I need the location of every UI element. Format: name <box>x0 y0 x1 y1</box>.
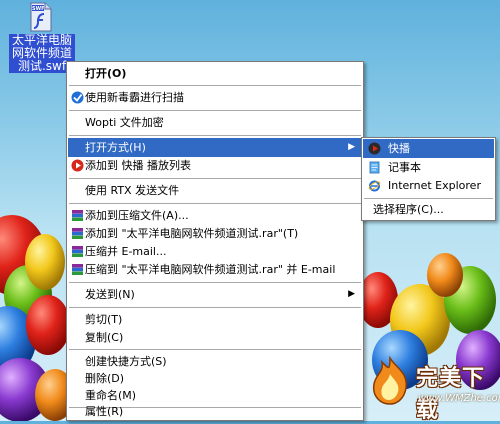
menu-item-duba-scan[interactable]: 使用新毒霸进行扫描 <box>68 88 362 107</box>
rar-icon <box>72 246 83 257</box>
menu-item-label: 打开(O) <box>85 67 127 80</box>
menu-item-label: 添加到压缩文件(A)... <box>85 209 189 222</box>
menu-item-label: 压缩到 "太平洋电脑网软件频道测试.rar" 并 E-mail <box>85 263 336 276</box>
submenu-item-internet-explorer[interactable]: Internet Explorer <box>363 176 494 195</box>
menu-item-qvod-playlist[interactable]: 添加到 快播 播放列表 <box>68 156 362 175</box>
menu-separator <box>69 85 361 86</box>
file-type-badge: SWF <box>32 6 45 12</box>
menu-item-label: 复制(C) <box>85 331 124 344</box>
menu-item-add-to-rar[interactable]: 添加到 "太平洋电脑网软件频道测试.rar"(T) <box>68 224 362 243</box>
submenu-arrow-icon: ▶ <box>348 289 355 299</box>
submenu-item-choose-program[interactable]: 选择程序(C)... <box>363 200 494 219</box>
open-with-submenu: 快播 记事本 Internet Explorer 选择程序(C)... <box>361 137 496 221</box>
menu-item-open-with[interactable]: 打开方式(H) ▶ <box>68 138 362 157</box>
menu-item-label: 剪切(T) <box>85 313 123 326</box>
rar-icon <box>72 228 83 239</box>
submenu-item-notepad[interactable]: 记事本 <box>363 158 494 177</box>
menu-item-open[interactable]: 打开(O) <box>68 64 362 83</box>
menu-item-compress-to-rar-email[interactable]: 压缩到 "太平洋电脑网软件频道测试.rar" 并 E-mail <box>68 260 362 279</box>
menu-item-label: 添加到 快播 播放列表 <box>85 159 191 172</box>
menu-item-copy[interactable]: 复制(C) <box>68 328 362 347</box>
qvod-icon <box>368 142 381 155</box>
menu-separator <box>69 135 361 136</box>
menu-separator <box>69 349 361 350</box>
rar-icon <box>72 210 83 221</box>
menu-separator <box>69 178 361 179</box>
menu-item-label: 压缩并 E-mail... <box>85 245 167 258</box>
watermark-logo: 完美下载 www.WMZhe.com <box>366 352 500 423</box>
shield-scan-icon <box>71 91 84 104</box>
watermark-url: www.WMZhe.com <box>418 393 500 404</box>
watermark-brand: 完美下载 <box>416 366 486 423</box>
menu-separator <box>69 282 361 283</box>
menu-item-cut[interactable]: 剪切(T) <box>68 310 362 329</box>
menu-item-label: 发送到(N) <box>85 288 135 301</box>
submenu-item-label: 记事本 <box>388 161 421 174</box>
menu-item-label: 添加到 "太平洋电脑网软件频道测试.rar"(T) <box>85 227 299 240</box>
menu-item-wopti-encrypt[interactable]: Wopti 文件加密 <box>68 113 362 132</box>
menu-item-label: 打开方式(H) <box>85 141 146 154</box>
qvod-icon <box>71 159 84 172</box>
menu-item-add-archive[interactable]: 添加到压缩文件(A)... <box>68 206 362 225</box>
menu-item-send-to[interactable]: 发送到(N) ▶ <box>68 285 362 304</box>
menu-separator <box>69 203 361 204</box>
menu-item-label: 使用新毒霸进行扫描 <box>85 91 184 104</box>
notepad-icon <box>369 161 380 174</box>
submenu-item-label: 快播 <box>388 142 410 155</box>
submenu-arrow-icon: ▶ <box>348 142 355 152</box>
menu-item-label: 使用 RTX 发送文件 <box>85 184 180 197</box>
menu-item-label: Wopti 文件加密 <box>85 116 164 129</box>
menu-item-properties[interactable]: 属性(R) <box>68 402 362 421</box>
submenu-item-qvod[interactable]: 快播 <box>363 139 494 158</box>
submenu-item-label: Internet Explorer <box>388 179 481 192</box>
menu-item-label: 属性(R) <box>85 405 124 418</box>
menu-separator <box>69 110 361 111</box>
menu-separator <box>69 307 361 308</box>
ie-icon <box>368 180 381 192</box>
menu-item-rtx-send[interactable]: 使用 RTX 发送文件 <box>68 181 362 200</box>
menu-item-compress-email[interactable]: 压缩并 E-mail... <box>68 242 362 261</box>
context-menu: 打开(O) 使用新毒霸进行扫描 Wopti 文件加密 打开方式(H) ▶ 添加到… <box>66 61 364 421</box>
submenu-item-label: 选择程序(C)... <box>373 203 444 216</box>
rar-icon <box>72 264 83 275</box>
submenu-separator <box>364 198 493 199</box>
flame-logo-icon <box>372 356 407 405</box>
